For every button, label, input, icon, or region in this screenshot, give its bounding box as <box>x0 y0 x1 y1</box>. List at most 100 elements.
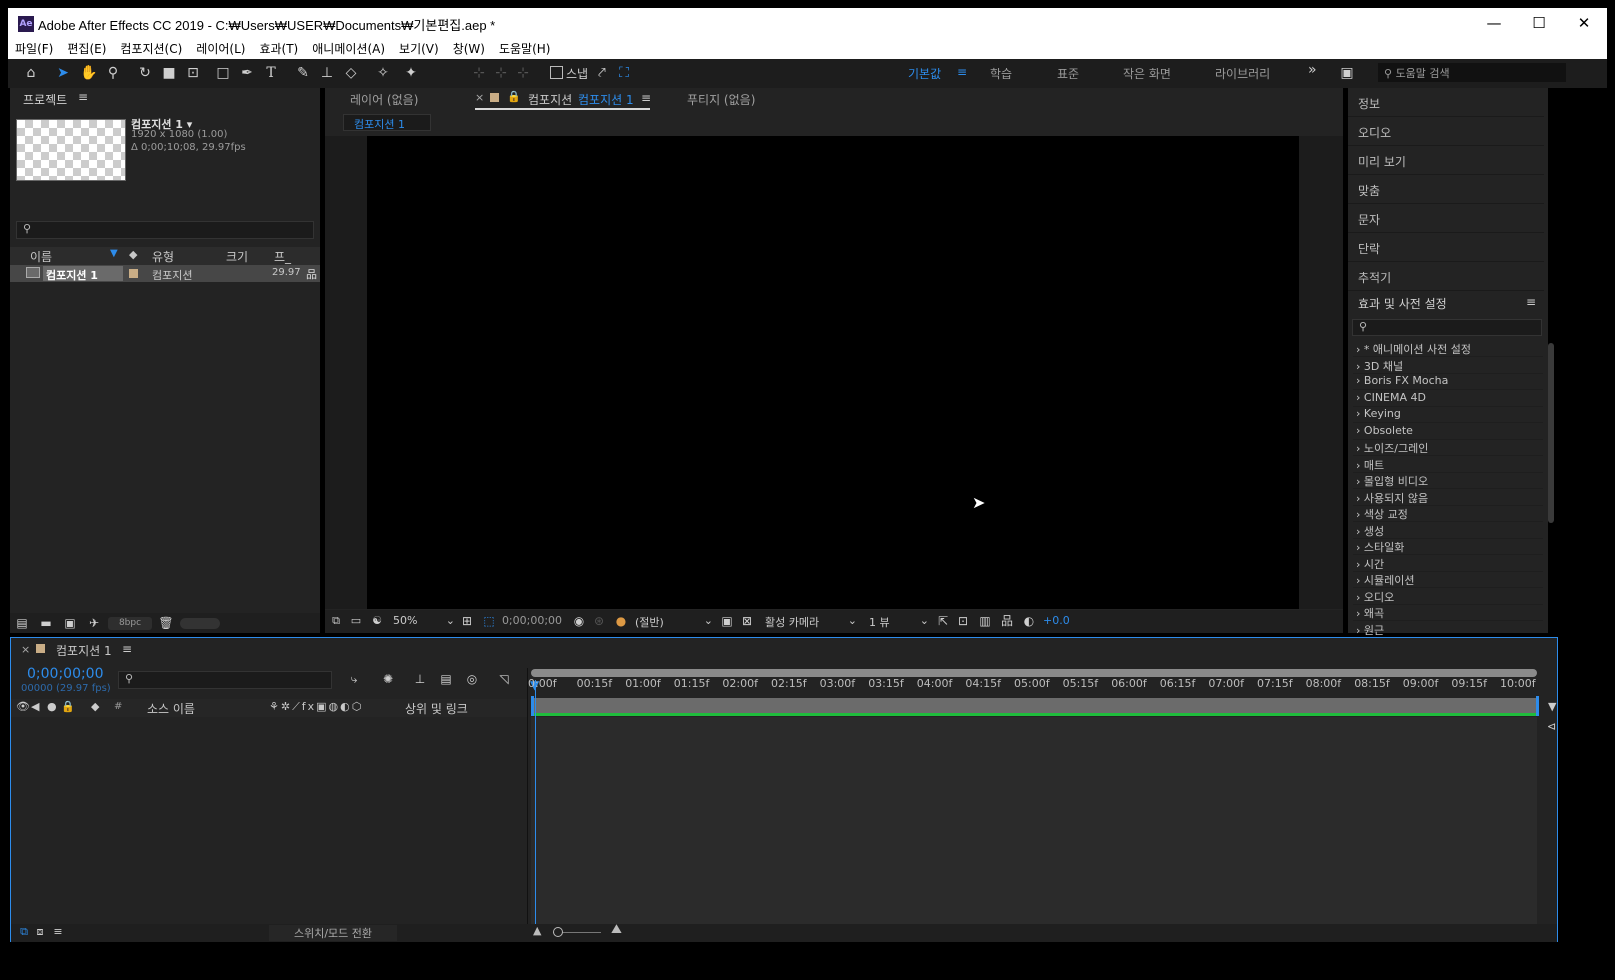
effects-category-item[interactable]: › 시뮬레이션 <box>1353 572 1543 588</box>
effects-category-item[interactable]: › 스타일화 <box>1353 539 1543 555</box>
zoom-tool-icon[interactable]: ⚲ <box>102 63 124 83</box>
lock-icon[interactable]: 🔒 <box>61 700 75 713</box>
panel-menu-icon[interactable]: ≡ <box>122 642 132 656</box>
panel-menu-icon[interactable]: ≡ <box>1526 295 1536 309</box>
current-time-indicator[interactable] <box>535 680 536 930</box>
puppet-pin-tool-icon[interactable]: ✦ <box>400 63 422 83</box>
menu-window[interactable]: 창(W) <box>446 38 492 57</box>
track-area[interactable] <box>531 717 1537 929</box>
effects-category-item[interactable]: › 3D 채널 <box>1353 358 1543 374</box>
views-dropdown[interactable]: 1 뷰 ⌄ <box>869 614 929 629</box>
layer-switches-icon[interactable]: ⧉ <box>17 922 31 942</box>
frame-blending-icon[interactable]: ▤ <box>437 669 455 689</box>
in-out-stretch-icon[interactable]: ≡ <box>51 922 65 942</box>
brush-tool-icon[interactable]: ✎ <box>292 63 314 83</box>
menu-file[interactable]: 파일(F) <box>8 38 60 57</box>
effects-category-item[interactable]: › 사용되지 않음 <box>1353 490 1543 506</box>
effects-category-item[interactable]: › Obsolete <box>1353 424 1543 440</box>
panel-tracker[interactable]: 추적기 <box>1348 262 1544 291</box>
work-area-end-handle[interactable] <box>1536 696 1539 716</box>
tab-layer[interactable]: 레이어 (없음) <box>350 91 418 108</box>
workspace-standard[interactable]: 표준 <box>1057 65 1079 82</box>
zoom-in-icon[interactable]: ⛰ <box>611 922 622 937</box>
motion-blur-icon[interactable]: ◎ <box>463 669 481 689</box>
timeline-search-input[interactable]: ⚲ <box>118 671 332 689</box>
panel-menu-icon[interactable]: ≡ <box>641 91 651 105</box>
column-parent-link[interactable]: 상위 및 링크 <box>405 700 468 717</box>
comp-button-icon[interactable]: ⊲ <box>1547 720 1556 733</box>
pan-behind-tool-icon[interactable]: ⊡ <box>182 63 204 83</box>
workspace-libraries[interactable]: 라이브러리 <box>1215 65 1270 82</box>
eraser-tool-icon[interactable]: ◇ <box>340 63 362 83</box>
switches-icons[interactable]: ⚘✲⟋fx▣◍◐⬡ <box>269 700 363 714</box>
shy-layers-icon[interactable]: ⊥ <box>411 669 429 689</box>
effects-category-item[interactable]: › Keying <box>1353 407 1543 423</box>
lock-icon[interactable]: 🔒 <box>507 90 521 103</box>
region-of-interest-icon[interactable]: ▣ <box>719 611 735 631</box>
type-tool-icon[interactable]: T <box>260 63 282 83</box>
column-size[interactable]: 크기 <box>226 248 248 265</box>
audio-speaker-icon[interactable]: ◀ <box>31 700 39 713</box>
layer-list-area[interactable] <box>11 718 527 928</box>
comp-mini-flowchart-icon[interactable]: ⤷ <box>345 669 363 689</box>
checkerboard-icon[interactable]: ⊠ <box>739 611 755 631</box>
effects-category-item[interactable]: › 원근 <box>1353 622 1543 638</box>
effects-category-item[interactable]: › 오디오 <box>1353 589 1543 605</box>
view-axis-icon[interactable]: ⊹ <box>512 63 534 83</box>
menu-effect[interactable]: 효과(T) <box>252 38 305 57</box>
interpret-footage-icon[interactable]: ▤ <box>14 613 30 633</box>
roto-brush-tool-icon[interactable]: ✧ <box>372 63 394 83</box>
effects-panel-title[interactable]: 효과 및 사전 설정 <box>1358 295 1447 312</box>
new-folder-icon[interactable]: ▬ <box>38 613 54 633</box>
new-composition-icon[interactable]: ▣ <box>62 613 78 633</box>
camera-dropdown[interactable]: 활성 카메라 ⌄ <box>765 614 857 629</box>
work-area-start-handle[interactable] <box>531 696 534 716</box>
menu-edit[interactable]: 편집(E) <box>60 38 113 57</box>
snap-options-icon[interactable]: ⤤ <box>592 63 612 83</box>
toggle-switches-modes-button[interactable]: 스위치/모드 전환 <box>269 925 397 941</box>
help-search-input[interactable]: ⚲ 도움말 검색 <box>1378 63 1566 82</box>
workspace-menu-icon[interactable]: ≡ <box>957 65 967 79</box>
panel-info[interactable]: 정보 <box>1348 88 1544 117</box>
effects-category-item[interactable]: › Boris FX Mocha <box>1353 374 1543 390</box>
viewer-pasteboard[interactable]: ➤ <box>325 136 1343 609</box>
effects-category-item[interactable]: › 매트 <box>1353 457 1543 473</box>
zoom-slider-thumb[interactable] <box>553 927 563 937</box>
project-panel-title[interactable]: 프로젝트 <box>23 91 67 108</box>
draft-3d-icon[interactable]: ✺ <box>379 669 397 689</box>
column-number[interactable]: # <box>114 701 122 712</box>
tab-composition-name[interactable]: 컴포지션 1 <box>578 91 634 108</box>
zoom-out-icon[interactable]: ▲ <box>533 924 541 937</box>
snap-target-icon[interactable]: ⛶ <box>614 63 634 83</box>
effects-category-item[interactable]: › 생성 <box>1353 523 1543 539</box>
always-preview-icon[interactable]: ⧉ <box>329 611 343 631</box>
label-column-icon[interactable]: ◆ <box>129 248 137 261</box>
camera-tool-icon[interactable]: ■ <box>158 63 180 83</box>
timeline-icon[interactable]: ▥ <box>977 611 993 631</box>
comp-marker-bin-icon[interactable]: ▼ <box>1548 700 1556 713</box>
home-icon[interactable]: ⌂ <box>20 63 42 83</box>
show-snapshot-icon[interactable]: ⊛ <box>591 611 607 631</box>
menu-layer[interactable]: 레이어(L) <box>189 38 252 57</box>
timeline-timecode[interactable]: 0;00;00;00 <box>27 666 104 682</box>
thumbnail-slider[interactable] <box>180 618 220 629</box>
effects-category-item[interactable]: › 노이즈/그레인 <box>1353 440 1543 456</box>
render-queue-icon[interactable]: ✈ <box>86 613 102 633</box>
fit-frame-icon[interactable]: ⊞ <box>459 611 475 631</box>
snapshot-camera-icon[interactable]: ◉ <box>571 611 587 631</box>
resolution-dropdown[interactable]: (절반) ⌄ <box>635 614 713 629</box>
flowchart-icon[interactable]: 品 <box>999 611 1015 631</box>
monitor-icon[interactable]: ▭ <box>349 611 363 631</box>
close-tab-icon[interactable]: × <box>475 91 484 104</box>
effects-scrollbar[interactable] <box>1548 343 1554 523</box>
menu-composition[interactable]: 컴포지션(C) <box>113 38 189 57</box>
rotate-tool-icon[interactable]: ↻ <box>134 63 156 83</box>
hand-tool-icon[interactable]: ✋ <box>78 63 100 83</box>
viewer-timecode[interactable]: 0;00;00;00 <box>501 614 563 629</box>
table-row[interactable]: 컴포지션 1 컴포지션 29.97 品 <box>10 265 320 282</box>
timeline-tab[interactable]: 컴포지션 1 <box>56 642 112 659</box>
exposure-value[interactable]: +0.0 <box>1043 614 1070 627</box>
toggle-pixel-aspect-icon[interactable]: ⇱ <box>935 611 951 631</box>
effects-category-item[interactable]: › 색상 교정 <box>1353 506 1543 522</box>
fast-previews-icon[interactable]: ⊡ <box>955 611 971 631</box>
